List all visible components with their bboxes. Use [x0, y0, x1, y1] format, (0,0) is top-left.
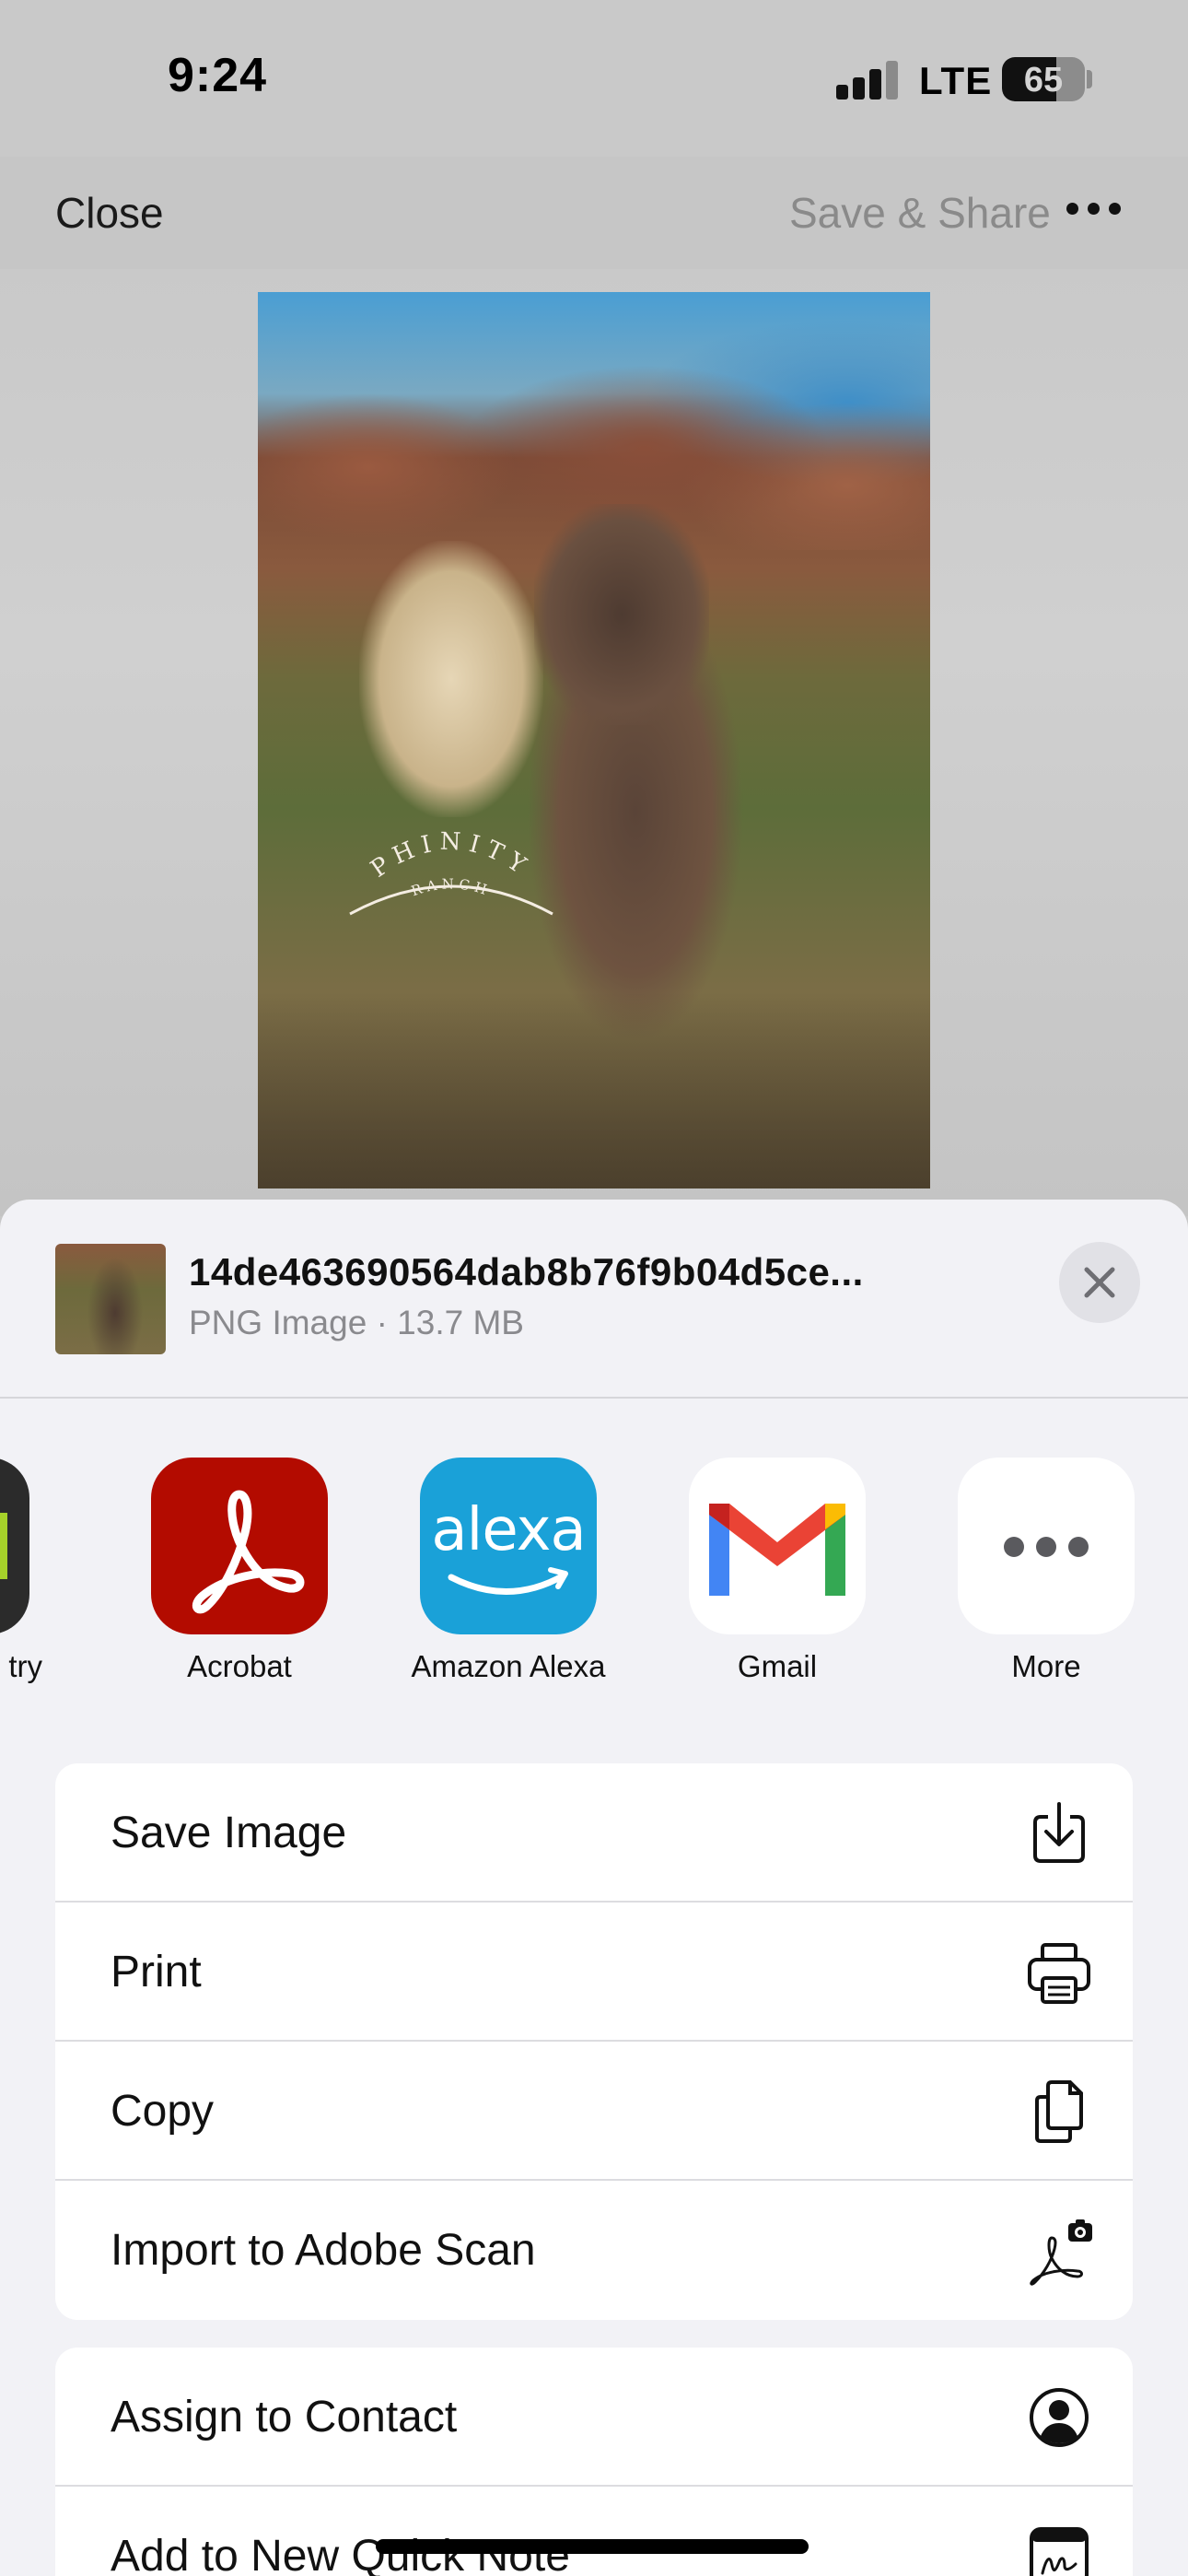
action-print[interactable]: Print [55, 1903, 1133, 2042]
close-icon [1084, 1267, 1115, 1298]
share-app-acrobat[interactable]: Acrobat [138, 1458, 341, 1684]
home-indicator-bar [376, 2539, 809, 2554]
status-bar: 9:24 LTE 65 [0, 0, 1188, 157]
app-label-acrobat: Acrobat [187, 1649, 292, 1683]
battery-icon: 65 [1002, 57, 1085, 101]
printer-icon [1028, 1943, 1090, 2004]
adobe-scan-icon [1030, 2219, 1092, 2286]
save-download-icon [1033, 1802, 1085, 1863]
gmail-icon [689, 1458, 866, 1634]
network-type: LTE [919, 59, 993, 102]
action-save-image[interactable]: Save Image [55, 1763, 1133, 1903]
action-import-adobe-scan[interactable]: Import to Adobe Scan [55, 2181, 1133, 2320]
copy-documents-icon [1035, 2080, 1083, 2143]
action-label: Copy [111, 2087, 215, 2136]
action-label: Assign to Contact [111, 2393, 458, 2441]
quick-note-icon [1030, 2527, 1089, 2576]
share-sheet: 14de463690564dab8b76f9b04d5ce... PNG Ima… [0, 1200, 1188, 2576]
app-label-amazon-alexa: Amazon Alexa [411, 1649, 606, 1683]
file-name: 14de463690564dab8b76f9b04d5ce... [189, 1250, 864, 1294]
svg-text:PHINITY: PHINITY [366, 828, 536, 884]
action-add-to-new-quick-note[interactable]: Add to New Quick Note [55, 2487, 1133, 2576]
document-viewer: 9:24 LTE 65 Close Save & Share PHINITY R… [0, 0, 1188, 1216]
app-label-gmail: Gmail [737, 1649, 818, 1683]
app-label-partial: try [8, 1649, 42, 1683]
share-app-partial[interactable]: try [0, 1458, 42, 1684]
share-app-more[interactable]: More [945, 1458, 1147, 1684]
cellular-signal-icon [836, 61, 899, 100]
share-sheet-header: 14de463690564dab8b76f9b04d5ce... PNG Ima… [0, 1200, 1188, 1399]
ellipsis-icon[interactable] [1066, 201, 1122, 219]
calf-photo: PHINITY RANCH [258, 292, 930, 1188]
share-app-amazon-alexa[interactable]: alexa Amazon Alexa [407, 1458, 610, 1684]
action-copy[interactable]: Copy [55, 2042, 1133, 2181]
battery-percent: 65 [1023, 61, 1064, 100]
save-share-button[interactable]: Save & Share [789, 188, 1051, 238]
action-assign-to-contact[interactable]: Assign to Contact [55, 2348, 1133, 2487]
file-meta: PNG Image · 13.7 MB [189, 1304, 524, 1341]
photo-calf-head [534, 504, 709, 725]
action-label: Import to Adobe Scan [111, 2226, 536, 2275]
file-thumbnail [55, 1244, 166, 1354]
partial-app-icon [0, 1458, 29, 1634]
ranch-watermark: PHINITY RANCH [341, 817, 562, 919]
battery-tip [1087, 70, 1092, 88]
status-time: 9:24 [168, 49, 268, 102]
acrobat-icon [151, 1458, 328, 1634]
app-label-more: More [1011, 1649, 1081, 1683]
photo-shadow [258, 992, 930, 1188]
share-apps-row: try Acrobat alexa Amazon Alexa Gmail Mor… [0, 1458, 1188, 1715]
action-label: Save Image [111, 1809, 347, 1857]
sheet-close-button[interactable] [1059, 1242, 1140, 1323]
action-label: Print [111, 1948, 202, 1996]
contact-person-icon [1030, 2388, 1089, 2447]
watermark-top-text: PHINITY [366, 828, 529, 884]
more-icon [958, 1458, 1135, 1634]
close-button[interactable]: Close [55, 188, 164, 238]
viewer-nav-bar: Close Save & Share [0, 157, 1188, 269]
alexa-icon: alexa [420, 1458, 597, 1634]
share-actions-group-1: Save Image Print Copy Import to Adobe Sc… [55, 1763, 1133, 2320]
share-app-gmail[interactable]: Gmail [676, 1458, 879, 1684]
